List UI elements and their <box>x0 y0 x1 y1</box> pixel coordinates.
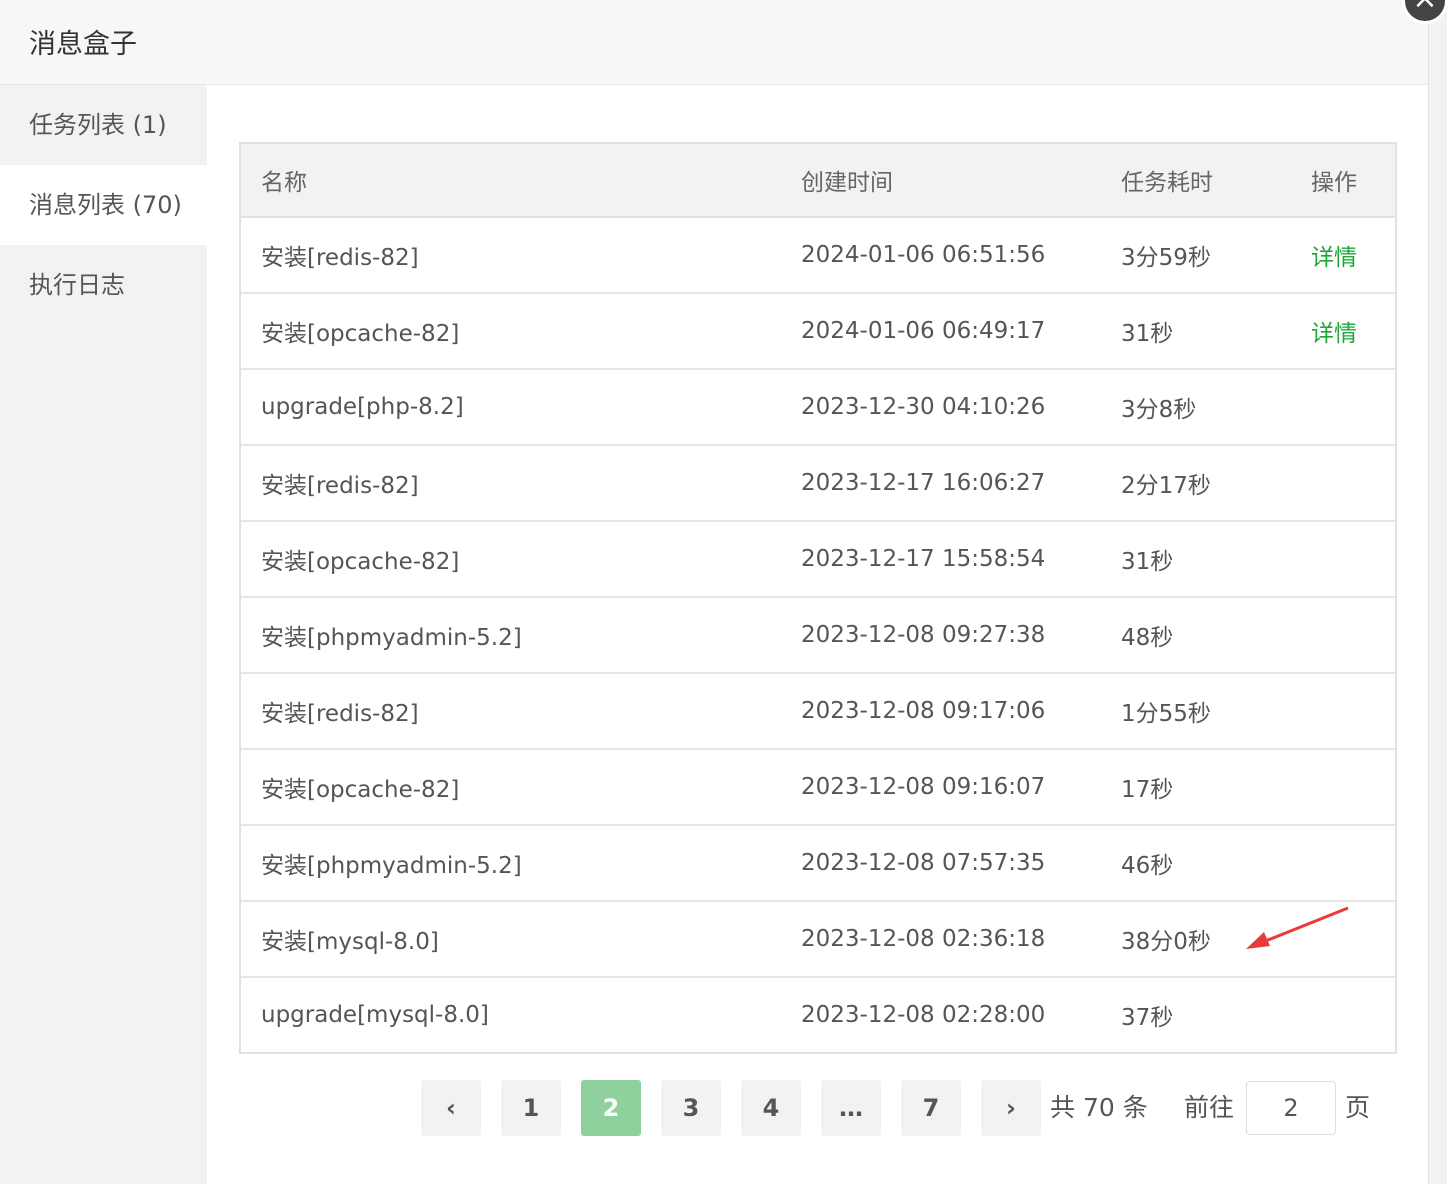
row-created-time-cell: 2023-12-17 16:06:27 <box>801 444 1121 521</box>
row-detail-link <box>1311 748 1395 825</box>
row-created-time-cell: 2023-12-30 04:10:26 <box>801 368 1121 445</box>
row-detail-link[interactable]: 详情 <box>1311 292 1395 369</box>
row-duration-cell: 3分8秒 <box>1121 368 1311 445</box>
table-header-row: 名称 创建时间 任务耗时 操作 <box>241 144 1395 218</box>
row-created-time-cell: 2023-12-08 02:28:00 <box>801 976 1121 1052</box>
dialog-title-bar: 消息盒子 <box>0 0 1428 85</box>
row-name-cell: 安装[mysql-8.0] <box>241 900 801 977</box>
row-detail-link <box>1311 976 1395 1052</box>
message-table: 名称 创建时间 任务耗时 操作 安装[redis-82] 2024-01-06 0… <box>239 142 1397 1054</box>
total-count-text: 共 70 条 <box>1050 1093 1148 1122</box>
row-detail-link <box>1311 368 1395 445</box>
row-created-time-cell: 2023-12-17 15:58:54 <box>801 520 1121 597</box>
row-name-cell: 安装[redis-82] <box>241 444 801 521</box>
row-name-cell: 安装[phpmyadmin-5.2] <box>241 824 801 901</box>
annotation-arrow-icon <box>1246 906 1349 949</box>
row-created-time-cell: 2023-12-08 09:16:07 <box>801 748 1121 825</box>
table-row: upgrade[php-8.2] 2023-12-30 04:10:26 3分8秒 <box>241 368 1395 445</box>
row-created-time-cell: 2024-01-06 06:49:17 <box>801 292 1121 369</box>
table-row: upgrade[mysql-8.0] 2023-12-08 02:28:00 37秒 <box>241 976 1395 1052</box>
row-duration-cell: 31秒 <box>1121 520 1311 597</box>
column-header-name: 名称 <box>241 144 801 218</box>
row-duration-cell: 1分55秒 <box>1121 672 1311 749</box>
row-duration-cell: 46秒 <box>1121 824 1311 901</box>
row-detail-link[interactable]: 详情 <box>1311 217 1395 293</box>
table-row: 安装[opcache-82] 2024-01-06 06:49:17 31秒 详情 <box>241 292 1395 369</box>
page-button-4[interactable]: 4 <box>741 1080 801 1136</box>
row-duration-cell: 37秒 <box>1121 976 1311 1052</box>
table-row: 安装[opcache-82] 2023-12-08 09:16:07 17秒 <box>241 748 1395 825</box>
row-name-cell: 安装[opcache-82] <box>241 292 801 369</box>
row-name-cell: 安装[redis-82] <box>261 245 419 271</box>
row-detail-link <box>1311 824 1395 901</box>
row-created-time-cell: 2023-12-08 07:57:35 <box>801 824 1121 901</box>
table-row: 安装[phpmyadmin-5.2] 2023-12-08 09:27:38 48秒 <box>241 596 1395 673</box>
goto-page-input[interactable] <box>1246 1081 1336 1135</box>
sidebar-item-message-list[interactable]: 消息列表 (70) <box>0 165 207 245</box>
row-created-time-cell: 2023-12-08 09:27:38 <box>801 596 1121 673</box>
sidebar-item-task-list[interactable]: 任务列表 (1) <box>0 85 207 165</box>
sidebar: 任务列表 (1) 消息列表 (70) 执行日志 <box>0 85 207 1184</box>
column-header-created-time: 创建时间 <box>801 144 1121 218</box>
row-detail-link <box>1311 672 1395 749</box>
row-name-cell: 安装[redis-82] <box>241 672 801 749</box>
next-page-button[interactable]: › <box>981 1080 1041 1136</box>
table-row: 安装[redis-82] 2023-12-17 16:06:27 2分17秒 <box>241 444 1395 521</box>
row-name-cell: upgrade[mysql-8.0] <box>241 976 801 1052</box>
table-row: 安装[phpmyadmin-5.2] 2023-12-08 07:57:35 46秒 <box>241 824 1395 901</box>
page-button-1[interactable]: 1 <box>501 1080 561 1136</box>
row-created-time-cell: 2024-01-06 06:51:56 <box>801 242 1046 268</box>
row-duration-cell: 48秒 <box>1121 596 1311 673</box>
message-box-dialog: 消息盒子 任务列表 (1) 消息列表 (70) 执行日志 名称 创建时间 任务耗… <box>0 0 1428 1184</box>
row-created-time-cell: 2023-12-08 09:17:06 <box>801 672 1121 749</box>
row-name-cell: upgrade[php-8.2] <box>241 368 801 445</box>
background-edge <box>1428 0 1447 1184</box>
row-name-cell: 安装[phpmyadmin-5.2] <box>241 596 801 673</box>
table-row: 安装[opcache-82] 2023-12-17 15:58:54 31秒 <box>241 520 1395 597</box>
page-button-7[interactable]: 7 <box>901 1080 961 1136</box>
row-created-time-cell: 2023-12-08 02:36:18 <box>801 900 1121 977</box>
row-duration-cell: 2分17秒 <box>1121 444 1311 521</box>
table-row: 安装[redis-82] 2024-01-06 06:51:56 3分59秒 详情 <box>241 217 1395 293</box>
prev-page-button[interactable]: ‹ <box>421 1080 481 1136</box>
row-detail-link <box>1311 444 1395 521</box>
page-ellipsis-button[interactable]: … <box>821 1080 881 1136</box>
row-detail-link <box>1311 520 1395 597</box>
row-duration-cell: 31秒 <box>1121 292 1311 369</box>
page-button-2-active[interactable]: 2 <box>581 1080 641 1136</box>
table-row: 安装[mysql-8.0] 2023-12-08 02:36:18 38分0秒 <box>241 900 1395 977</box>
row-name-cell: 安装[opcache-82] <box>241 520 801 597</box>
row-duration-cell: 3分59秒 <box>1121 245 1211 271</box>
column-header-action: 操作 <box>1311 144 1395 218</box>
table-row: 安装[redis-82] 2023-12-08 09:17:06 1分55秒 <box>241 672 1395 749</box>
sidebar-item-exec-log[interactable]: 执行日志 <box>0 245 207 325</box>
row-name-cell: 安装[opcache-82] <box>241 748 801 825</box>
row-duration-cell: 17秒 <box>1121 748 1311 825</box>
goto-prefix-text: 前往 <box>1184 1093 1235 1122</box>
page-button-3[interactable]: 3 <box>661 1080 721 1136</box>
column-header-duration: 任务耗时 <box>1121 144 1311 218</box>
row-detail-link <box>1311 596 1395 673</box>
goto-suffix-text: 页 <box>1345 1093 1371 1122</box>
dialog-title: 消息盒子 <box>29 29 137 60</box>
